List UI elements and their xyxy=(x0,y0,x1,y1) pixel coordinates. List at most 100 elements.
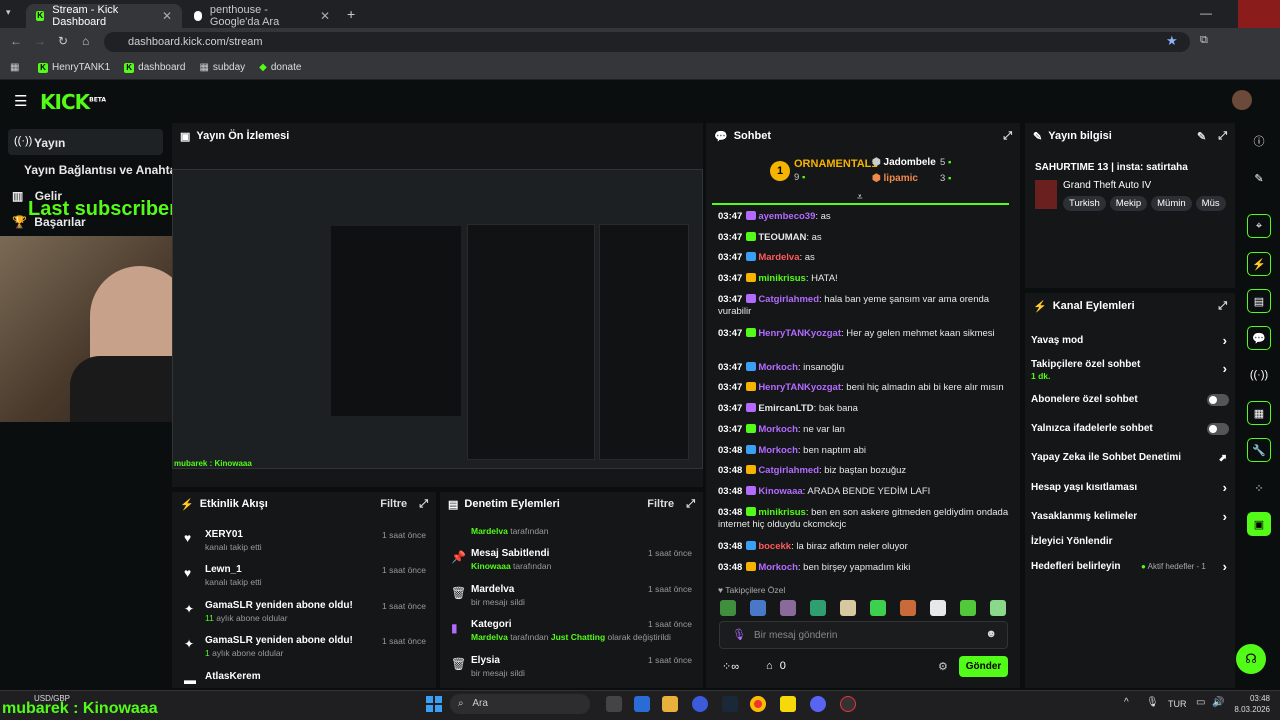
layout-icon[interactable]: ▦ xyxy=(1247,401,1271,425)
windows-start-icon[interactable] xyxy=(426,696,442,712)
chat-username[interactable]: Catgirlahmed xyxy=(758,465,819,476)
chat-settings-gear-icon[interactable]: ⚙ xyxy=(938,660,948,673)
lightning-icon[interactable]: ⚡ xyxy=(1247,252,1271,276)
emote-icon[interactable] xyxy=(870,600,886,616)
wrench-icon[interactable]: 🔧 xyxy=(1247,438,1271,462)
chat-username[interactable]: HenryTANKyozgat xyxy=(758,382,841,393)
task-view-icon[interactable] xyxy=(606,696,622,712)
chat-icon[interactable]: 💬 xyxy=(1247,326,1271,350)
action-slow-mode[interactable]: Yavaş mod › xyxy=(1031,333,1229,348)
expand-leaderboard-icon[interactable]: ⩡ xyxy=(857,192,863,203)
tab-search-icon[interactable]: ▾ xyxy=(6,7,20,21)
chat-username[interactable]: Catgirlahmed xyxy=(758,294,819,305)
extensions-icon[interactable]: ⧉ xyxy=(1200,34,1208,47)
chat-username[interactable]: Morkoch xyxy=(758,562,798,573)
emote-icon[interactable] xyxy=(810,600,826,616)
action-host[interactable]: İzleyici Yönlendir xyxy=(1031,536,1229,547)
tray-mic-icon[interactable]: 🎙 xyxy=(1146,697,1159,708)
tag-chip[interactable]: Turkish xyxy=(1063,196,1106,211)
file-explorer-icon[interactable] xyxy=(662,696,678,712)
emote-icon[interactable] xyxy=(960,600,976,616)
chat-username[interactable]: Mardelva xyxy=(758,252,799,263)
chat-username[interactable]: Morkoch xyxy=(758,362,798,373)
user-avatar[interactable] xyxy=(1232,90,1252,110)
chat-username[interactable]: ayembeco39 xyxy=(758,211,815,222)
moderation-filter-button[interactable]: Filtre xyxy=(647,498,674,510)
popout-icon[interactable]: ⤢ xyxy=(686,498,695,511)
chat-username[interactable]: TEOUMAN xyxy=(758,232,806,243)
popout-icon[interactable]: ⤢ xyxy=(419,498,428,511)
sidebar-item-stream-key[interactable]: Yayın Bağlantısı ve Anahtarı xyxy=(24,163,184,177)
tag-chip[interactable]: Müs xyxy=(1195,196,1226,211)
tag-chip[interactable]: Mümin xyxy=(1151,196,1192,211)
action-subscribers-only[interactable]: Abonelere özel sohbet xyxy=(1031,394,1229,406)
action-followers-only[interactable]: Takipçilere özel sohbet 1 dk. › xyxy=(1031,359,1229,381)
action-ai-moderation[interactable]: Yapay Zeka ile Sohbet Denetimi ⬈ xyxy=(1031,452,1229,464)
forward-icon[interactable]: → xyxy=(34,34,46,48)
chrome-icon[interactable] xyxy=(750,696,766,712)
chat-users-icon[interactable]: ⁘∞ xyxy=(722,660,739,673)
bookmark-henrytank[interactable]: K HenryTANK1 xyxy=(38,62,110,73)
chat-username[interactable]: minikrisus xyxy=(758,273,806,284)
tray-chevron-icon[interactable]: ^ xyxy=(1124,697,1129,708)
support-headset-icon[interactable]: ☊ xyxy=(1236,644,1266,674)
emote-icon[interactable] xyxy=(780,600,796,616)
emote-icon[interactable] xyxy=(720,600,736,616)
reload-icon[interactable]: ↻ xyxy=(58,34,68,48)
action-banned-words[interactable]: Yasaklanmış kelimeler › xyxy=(1031,509,1229,524)
apps-grid-icon[interactable]: ▦ xyxy=(10,62,19,73)
chat-username[interactable]: Morkoch xyxy=(758,445,798,456)
app-icon[interactable] xyxy=(840,696,856,712)
broadcast-rail-icon[interactable]: ((·)) xyxy=(1247,363,1271,387)
discord-icon[interactable] xyxy=(810,696,826,712)
steam-icon[interactable] xyxy=(722,696,738,712)
edit-icon[interactable]: ✎ xyxy=(1197,130,1206,143)
info-icon[interactable]: ⓘ xyxy=(1247,129,1271,153)
back-icon[interactable]: ← xyxy=(10,34,22,48)
chat-username[interactable]: Morkoch xyxy=(758,424,798,435)
popout-icon[interactable]: ⤢ xyxy=(1218,130,1227,143)
chat-input[interactable]: 🎙 Bir mesaj gönderin ☻ xyxy=(719,621,1008,649)
action-goals[interactable]: Hedefleri belirleyin ● Aktif hedefler - 1… xyxy=(1031,559,1229,574)
microphone-icon[interactable]: 🎙 xyxy=(732,628,746,641)
home-icon[interactable]: ⌂ xyxy=(82,34,89,48)
browser-tab-kick[interactable]: K Stream - Kick Dashboard ✕ xyxy=(26,4,182,28)
users-icon[interactable]: ⁘ xyxy=(1247,476,1271,500)
emote-only-toggle[interactable] xyxy=(1207,423,1229,435)
taskbar-search[interactable]: ⌕ Ara xyxy=(450,694,590,714)
chat-username[interactable]: Kinowaaa xyxy=(758,486,802,497)
emote-icon[interactable] xyxy=(840,600,856,616)
pencil-icon[interactable]: ✎ xyxy=(1247,166,1271,190)
hamburger-menu-icon[interactable]: ☰ xyxy=(14,92,27,110)
tray-volume-icon[interactable]: 🔊 xyxy=(1212,697,1224,708)
chat-username[interactable]: EmircanLTD xyxy=(758,403,813,414)
action-emote-only[interactable]: Yalnızca ifadelerle sohbet xyxy=(1031,423,1229,435)
obs-icon[interactable] xyxy=(692,696,708,712)
emoji-icon[interactable]: ☻ xyxy=(985,628,997,640)
clip-icon[interactable]: ⌖ xyxy=(1247,214,1271,238)
emote-icon[interactable] xyxy=(930,600,946,616)
extension-green-icon[interactable]: ▣ xyxy=(1247,512,1271,536)
emote-icon[interactable] xyxy=(750,600,766,616)
chat-username[interactable]: minikrisus xyxy=(758,507,806,518)
chat-username[interactable]: HenryTANKyozgat xyxy=(758,328,841,339)
emote-icon[interactable] xyxy=(900,600,916,616)
tag-chip[interactable]: Mekip xyxy=(1109,196,1148,211)
tray-language[interactable]: TUR xyxy=(1168,699,1187,709)
bookmark-subday[interactable]: ▦ subday xyxy=(199,62,245,73)
sticky-notes-icon[interactable] xyxy=(780,696,796,712)
document-icon[interactable]: ▤ xyxy=(1247,289,1271,313)
action-account-age[interactable]: Hesap yaşı kısıtlaması › xyxy=(1031,480,1229,495)
url-field[interactable]: dashboard.kick.com/stream xyxy=(104,32,1190,52)
calculator-icon[interactable] xyxy=(634,696,650,712)
sidebar-item-yayin[interactable]: ((·)) Yayın xyxy=(8,129,163,155)
popout-icon[interactable]: ⤢ xyxy=(1218,300,1227,313)
bookmark-dashboard[interactable]: Kdashboard xyxy=(124,62,185,73)
emote-icon[interactable] xyxy=(990,600,1006,616)
chat-username[interactable]: bocekk xyxy=(758,541,791,552)
browser-tab-google[interactable]: penthouse - Google'da Ara ✕ xyxy=(184,4,340,28)
minimize-icon[interactable]: — xyxy=(1200,6,1212,20)
bookmark-star-icon[interactable]: ★ xyxy=(1166,33,1178,49)
activity-filter-button[interactable]: Filtre xyxy=(380,498,407,510)
new-tab-icon[interactable]: + xyxy=(347,6,355,22)
